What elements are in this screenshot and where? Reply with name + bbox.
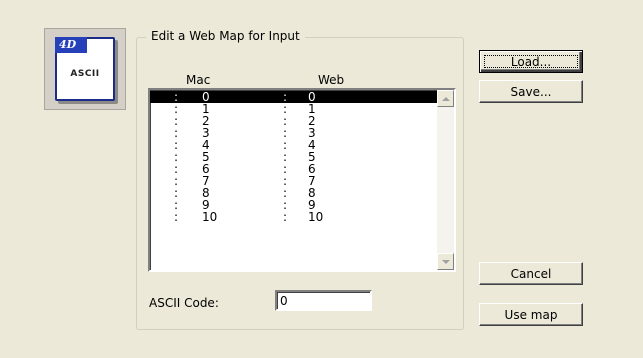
ascii-card-icon: 4D ASCII [55,37,115,101]
list-item[interactable]: :7:7 [150,175,437,187]
list-item[interactable]: :6:6 [150,163,437,175]
list-item[interactable]: :8:8 [150,187,437,199]
list-item[interactable]: :1:1 [150,103,437,115]
mac-value: 10 [202,210,218,224]
column-header-mac: Mac [186,73,211,87]
separator-colon: : [283,210,288,224]
scroll-down-button[interactable] [437,253,454,270]
cancel-button[interactable]: Cancel [479,262,583,285]
list-item[interactable]: :4:4 [150,139,437,151]
save-button[interactable]: Save... [479,80,583,103]
list-item[interactable]: :0:0 [150,91,437,103]
focus-rect [484,55,578,68]
edit-web-map-dialog: 4D ASCII Edit a Web Map for Input Mac We… [0,0,643,358]
ascii-map-icon: 4D ASCII [44,28,126,110]
vertical-scrollbar[interactable] [437,90,454,270]
list-item[interactable]: :9:9 [150,199,437,211]
icon-label: ASCII [70,69,100,79]
use-map-button-label: Use map [504,307,558,322]
map-listbox[interactable]: :0:0:1:1:2:2:3:3:4:4:5:5:6:6:7:7:8:8:9:9… [148,88,456,272]
list-item[interactable]: :2:2 [150,115,437,127]
map-list-rows: :0:0:1:1:2:2:3:3:4:4:5:5:6:6:7:7:8:8:9:9… [150,91,437,223]
web-value: 10 [308,210,324,224]
arrow-down-icon [441,259,450,264]
cancel-button-label: Cancel [510,266,552,281]
ascii-code-label: ASCII Code: [149,296,219,310]
column-header-web: Web [318,73,345,87]
use-map-button[interactable]: Use map [479,303,583,326]
separator-colon: : [174,210,179,224]
list-item[interactable]: :3:3 [150,127,437,139]
group-title: Edit a Web Map for Input [146,29,305,43]
scroll-up-button[interactable] [437,90,454,107]
list-item[interactable]: : 10: 10 [150,211,437,223]
list-item[interactable]: :5:5 [150,151,437,163]
arrow-up-icon [441,96,450,101]
save-button-label: Save... [510,84,552,99]
load-button[interactable]: Load... [479,50,583,73]
ascii-code-input[interactable] [275,290,372,311]
4d-logo-icon: 4D [55,37,87,53]
